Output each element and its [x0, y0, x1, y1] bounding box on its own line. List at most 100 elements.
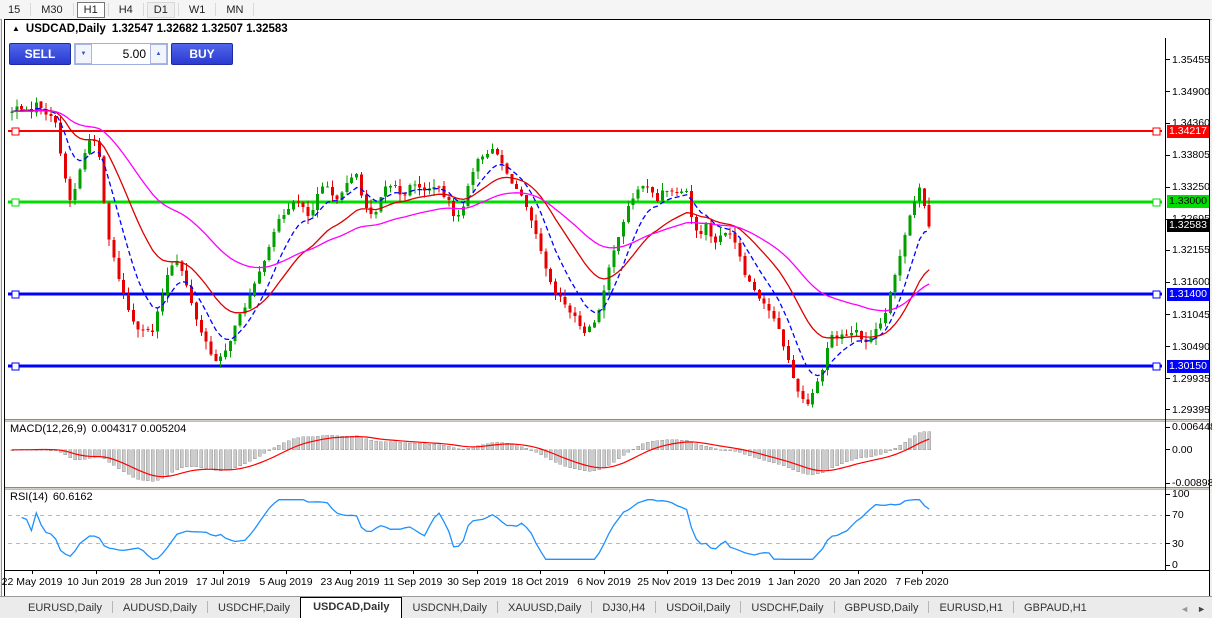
date-axis[interactable]: 22 May 201910 Jun 201928 Jun 201917 Jul … — [5, 570, 1209, 596]
candle — [904, 235, 907, 257]
candle — [195, 303, 198, 320]
sell-button[interactable]: SELL — [9, 43, 71, 65]
chart-tab[interactable]: EURUSD,Daily — [18, 599, 112, 618]
candle — [108, 204, 111, 240]
chart-tab[interactable]: XAUUSD,Daily — [498, 599, 591, 618]
buy-button[interactable]: BUY — [171, 43, 233, 65]
volume-decrease-button[interactable]: ▼ — [75, 44, 92, 64]
candle — [127, 294, 130, 310]
macd-bar — [899, 445, 902, 450]
candle — [588, 327, 591, 333]
macd-bar — [802, 450, 805, 473]
candle — [442, 186, 445, 197]
sell-price-display[interactable]: 1.32583 — [9, 67, 119, 103]
candle — [700, 231, 703, 234]
macd-bar — [904, 442, 907, 450]
chart-tab-active[interactable]: USDCAD,Daily — [300, 597, 402, 618]
scroll-right-icon[interactable]: ► — [1197, 604, 1206, 614]
price-tick-label: 1.31045 — [1166, 309, 1210, 321]
chart-tab[interactable]: DJ30,H4 — [592, 599, 655, 618]
rsi-indicator-panel[interactable]: RSI(14)60.6162 — [5, 490, 1165, 569]
candle — [661, 191, 664, 201]
line-anchor[interactable] — [1153, 128, 1160, 135]
tab-scroll-arrows: ◄ ► — [1180, 604, 1206, 614]
macd-bar — [316, 436, 319, 450]
buy-price-display[interactable]: 1.32603 — [122, 67, 232, 103]
candle — [743, 256, 746, 275]
volume-input[interactable] — [92, 44, 150, 64]
macd-bar — [826, 450, 829, 471]
candle — [768, 304, 771, 311]
price-axis[interactable]: 1.354551.349001.343601.338051.332501.326… — [1165, 38, 1209, 570]
line-anchor[interactable] — [12, 291, 19, 298]
candle — [908, 215, 911, 235]
candle — [632, 199, 635, 206]
moving-average-20 — [12, 110, 929, 338]
chart-tab[interactable]: USDCNH,Daily — [402, 599, 497, 618]
chart-tab[interactable]: USDCHF,Daily — [741, 599, 833, 618]
candle — [753, 282, 756, 290]
candle — [292, 202, 295, 210]
candle — [331, 187, 334, 195]
timeframe-button-d1[interactable]: D1 — [147, 2, 175, 18]
price-tick-label: 1.29935 — [1166, 373, 1210, 385]
line-anchor[interactable] — [1153, 199, 1160, 206]
line-anchor[interactable] — [12, 199, 19, 206]
candle — [923, 188, 926, 205]
macd-indicator-panel[interactable]: MACD(12,26,9)0.004317 0.005204 — [5, 422, 1165, 487]
chart-title-bar: ▲USDCAD,Daily1.32547 1.32682 1.32507 1.3… — [5, 20, 1209, 38]
date-tick-mark — [350, 571, 351, 574]
macd-bar — [379, 442, 382, 450]
candle — [142, 329, 145, 330]
separator — [178, 3, 179, 16]
line-anchor[interactable] — [12, 128, 19, 135]
candle — [297, 202, 300, 203]
timeframe-button-h4[interactable]: H4 — [112, 2, 140, 18]
candle — [811, 393, 814, 405]
sell-price-pip: 3 — [89, 68, 95, 80]
macd-bar — [311, 437, 314, 450]
scroll-left-icon[interactable]: ◄ — [1180, 604, 1189, 614]
chart-tab[interactable]: EURUSD,H1 — [929, 599, 1013, 618]
candle — [200, 320, 203, 333]
line-anchor[interactable] — [1153, 363, 1160, 370]
rsi-plot[interactable] — [5, 490, 1165, 569]
candle — [336, 195, 339, 199]
macd-bar — [588, 450, 591, 471]
candle — [656, 193, 659, 201]
candle — [360, 175, 363, 196]
date-tick-mark — [858, 571, 859, 574]
timeframe-button-h1[interactable]: H1 — [77, 2, 105, 18]
candle — [928, 205, 931, 227]
candle — [413, 185, 416, 186]
chart-tab[interactable]: GBPAUD,H1 — [1014, 599, 1097, 618]
macd-bar — [360, 437, 363, 450]
price-tick-label: 1.32155 — [1166, 244, 1210, 256]
candle — [321, 187, 324, 194]
candle — [797, 379, 800, 392]
macd-bar — [263, 450, 266, 454]
chart-tab[interactable]: GBPUSD,Daily — [835, 599, 929, 618]
chart-tab[interactable]: AUDUSD,Daily — [113, 599, 207, 618]
chart-tab[interactable]: USDCHF,Daily — [208, 599, 300, 618]
timeframe-button-w1[interactable]: W1 — [182, 2, 213, 18]
chart-tab[interactable]: USDOil,Daily — [656, 599, 740, 618]
macd-bar — [738, 450, 741, 453]
candle — [675, 192, 678, 193]
line-anchor[interactable] — [12, 363, 19, 370]
timeframe-button-mn[interactable]: MN — [219, 2, 250, 18]
candle — [593, 323, 596, 328]
timeframe-button-m30[interactable]: M30 — [34, 2, 69, 18]
date-tick-label: 1 Jan 2020 — [768, 576, 820, 588]
candle — [224, 351, 227, 357]
macd-bar — [719, 450, 722, 451]
candle — [666, 191, 669, 192]
macd-bar — [229, 450, 232, 470]
macd-bar — [884, 450, 887, 453]
timeframe-button-15[interactable]: 15 — [1, 2, 27, 18]
volume-increase-button[interactable]: ▲ — [150, 44, 167, 64]
macd-bar — [457, 449, 460, 450]
macd-bar — [709, 447, 712, 449]
line-anchor[interactable] — [1153, 291, 1160, 298]
candle — [695, 217, 698, 230]
